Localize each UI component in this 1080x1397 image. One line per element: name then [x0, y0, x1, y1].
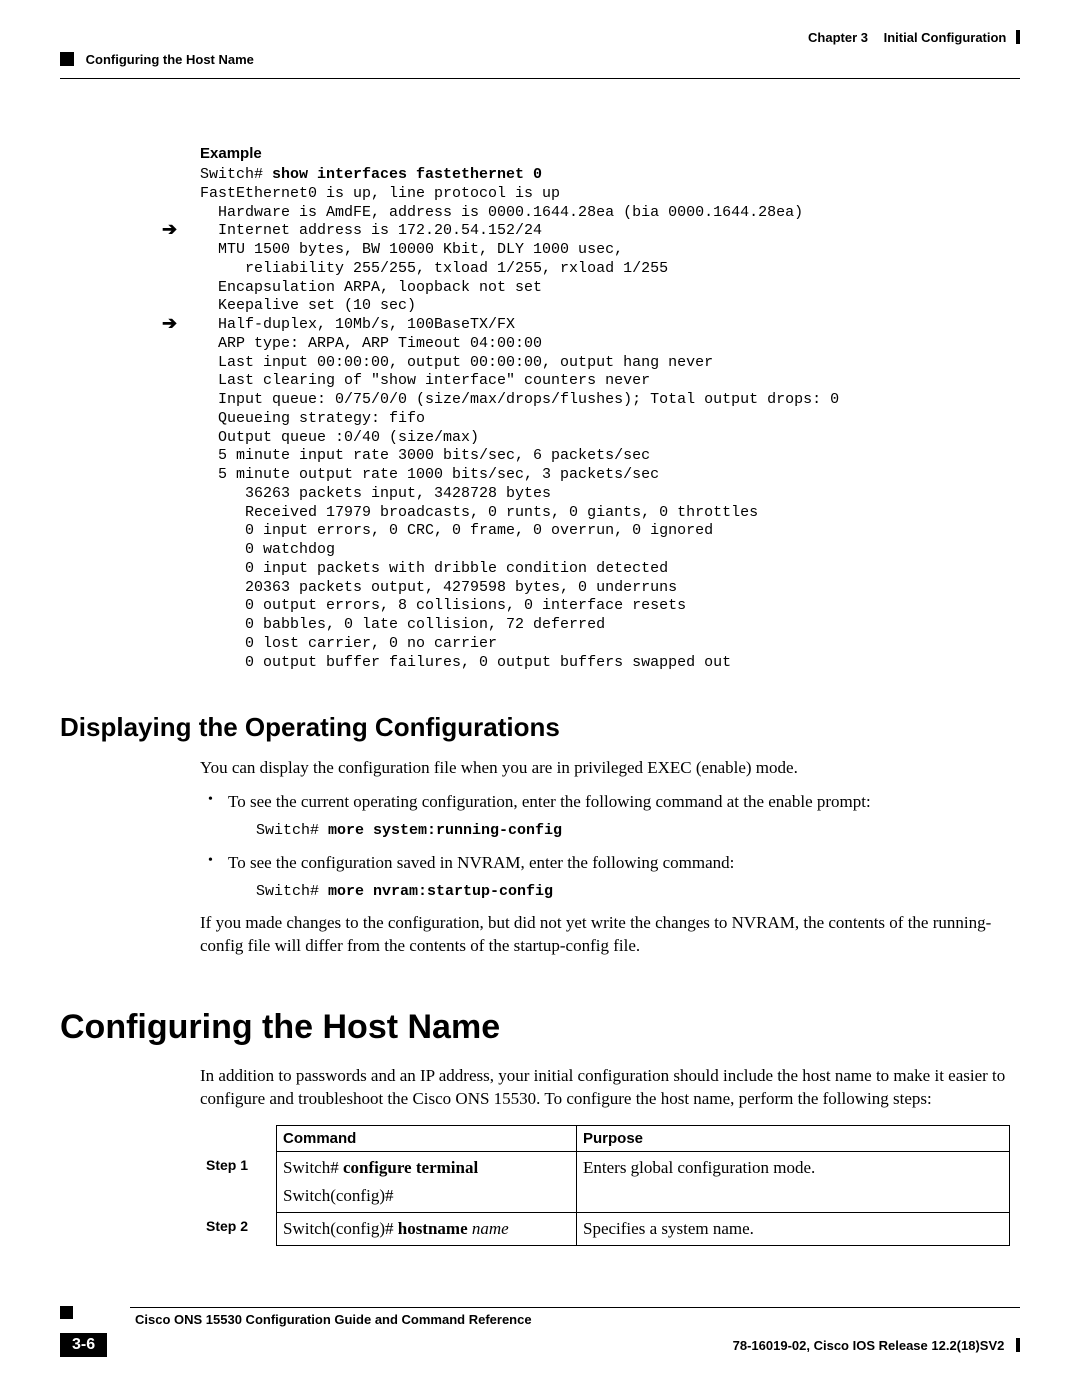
- header-square-icon: [60, 52, 74, 66]
- step-command: Switch# configure terminalSwitch(config)…: [277, 1151, 577, 1212]
- step-purpose: Specifies a system name.: [577, 1212, 1010, 1245]
- doc-id: 78-16019-02, Cisco IOS Release 12.2(18)S…: [733, 1338, 1020, 1353]
- display-intro: You can display the configuration file w…: [200, 757, 1010, 780]
- heading-displaying-configs: Displaying the Operating Configurations: [60, 712, 1010, 743]
- header-bar-icon: [1016, 30, 1020, 44]
- chapter-label: Chapter 3: [808, 30, 868, 45]
- col-purpose: Purpose: [577, 1125, 1010, 1151]
- display-bullet-list: To see the current operating configurati…: [200, 790, 1010, 902]
- footer-rule: [130, 1307, 1020, 1308]
- display-closing: If you made changes to the configuration…: [200, 912, 1010, 958]
- footer-bar-icon: [1016, 1338, 1020, 1352]
- bullet-command: Switch# more nvram:startup-config: [256, 881, 1010, 902]
- page-header: Chapter 3 Initial Configuration Configur…: [60, 30, 1020, 90]
- page-number: 3-6: [60, 1333, 107, 1357]
- bullet-command: Switch# more system:running-config: [256, 820, 1010, 841]
- table-row: Step 2Switch(config)# hostname nameSpeci…: [200, 1212, 1010, 1245]
- col-command: Command: [277, 1125, 577, 1151]
- header-rule: [60, 78, 1020, 79]
- bullet-text: To see the configuration saved in NVRAM,…: [228, 851, 1010, 875]
- bullet-text: To see the current operating configurati…: [228, 790, 1010, 814]
- example-output: Switch# show interfaces fastethernet 0 F…: [200, 166, 1010, 672]
- chapter-title: Initial Configuration: [884, 30, 1007, 45]
- step-label: Step 2: [200, 1212, 277, 1245]
- step-command: Switch(config)# hostname name: [277, 1212, 577, 1245]
- arrow-icon: ➔: [162, 220, 177, 238]
- example-label: Example: [200, 145, 1010, 162]
- header-section: Configuring the Host Name: [60, 52, 254, 67]
- content-area: Example Switch# show interfaces fastethe…: [200, 145, 1010, 1246]
- header-chapter: Chapter 3 Initial Configuration: [808, 30, 1020, 45]
- page-footer: Cisco ONS 15530 Configuration Guide and …: [60, 1307, 1020, 1357]
- heading-configuring-hostname: Configuring the Host Name: [60, 1008, 1010, 1047]
- document-page: Chapter 3 Initial Configuration Configur…: [0, 0, 1080, 1397]
- step-purpose: Enters global configuration mode.: [577, 1151, 1010, 1212]
- hostname-steps-table: Command Purpose Step 1Switch# configure …: [200, 1125, 1010, 1246]
- table-row: Step 1Switch# configure terminalSwitch(c…: [200, 1151, 1010, 1212]
- step-label: Step 1: [200, 1151, 277, 1212]
- footer-guide-title: Cisco ONS 15530 Configuration Guide and …: [135, 1312, 1020, 1327]
- bullet-item: To see the current operating configurati…: [200, 790, 1010, 841]
- example-code-block: Switch# show interfaces fastethernet 0 F…: [200, 166, 1010, 672]
- hostname-intro: In addition to passwords and an IP addre…: [200, 1065, 1010, 1111]
- bullet-item: To see the configuration saved in NVRAM,…: [200, 851, 1010, 902]
- section-title: Configuring the Host Name: [86, 52, 254, 67]
- arrow-icon: ➔: [162, 314, 177, 332]
